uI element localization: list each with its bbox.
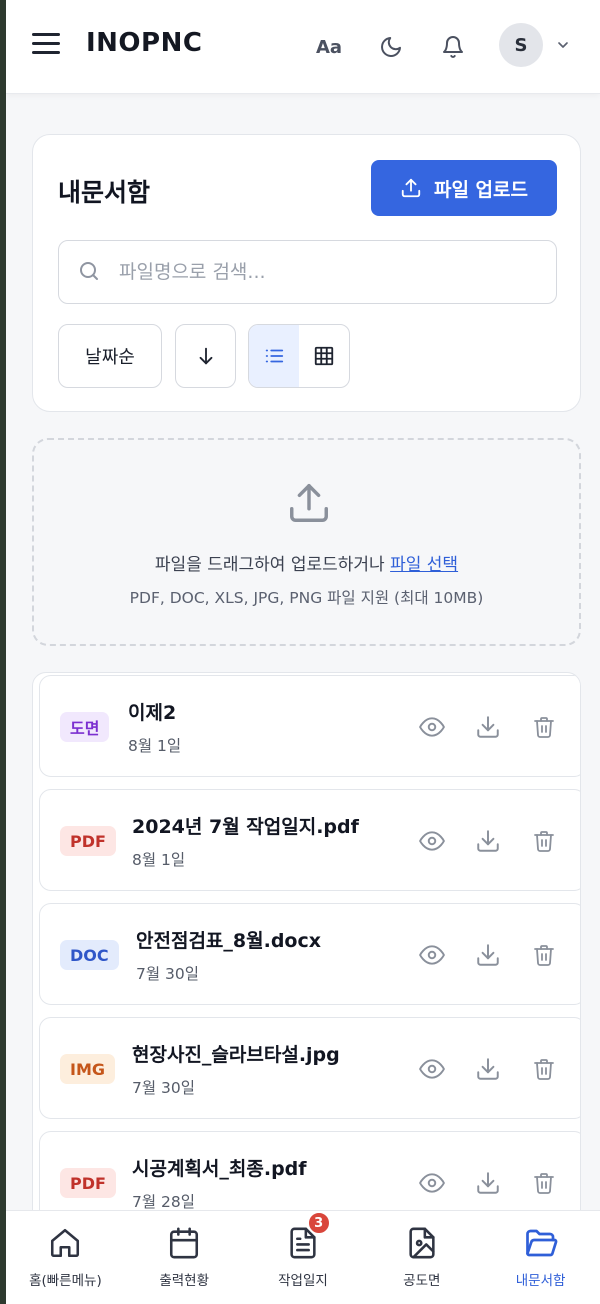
- nav-label: 공도면: [403, 1273, 441, 1289]
- upload-icon: [290, 484, 328, 522]
- app-root: INOPNC Aa S 내문서함 파일 업로드 날짜순: [6, 0, 600, 1304]
- notification-badge: 3: [306, 1211, 331, 1235]
- trash-icon[interactable]: [529, 1054, 559, 1084]
- file-date: 7월 30일: [136, 965, 200, 983]
- file-type-badge: PDF: [60, 826, 116, 856]
- home-icon: [47, 1225, 83, 1261]
- calendar-icon: [166, 1225, 202, 1261]
- page-title: 내문서함: [58, 178, 151, 207]
- eye-icon[interactable]: [417, 1054, 447, 1084]
- list-item[interactable]: 도면 이제2 8월 1일: [39, 675, 580, 777]
- upload-file-button[interactable]: 파일 업로드: [371, 160, 557, 216]
- nav-item-drawings[interactable]: 공도면: [362, 1211, 481, 1304]
- file-date: 7월 28일: [132, 1193, 196, 1211]
- file-date: 7월 30일: [132, 1079, 196, 1097]
- bottom-navigation: 홈(빠른메뉴) 출력현황 3 작업일지 공도면 내문서함: [6, 1210, 600, 1304]
- nav-item-my-documents[interactable]: 내문서함: [481, 1211, 600, 1304]
- top-header: INOPNC Aa S: [6, 0, 600, 94]
- download-icon[interactable]: [473, 1054, 503, 1084]
- avatar[interactable]: S: [499, 23, 543, 67]
- select-file-link[interactable]: 파일 선택: [390, 555, 458, 575]
- file-drop-zone[interactable]: 파일을 드래그하여 업로드하거나 파일 선택 PDF, DOC, XLS, JP…: [32, 438, 581, 646]
- file-list: 도면 이제2 8월 1일 PDF 2024년 7월 작업일지.pdf 8월 1일…: [32, 672, 581, 1232]
- supported-formats: PDF, DOC, XLS, JPG, PNG 파일 지원 (최대 10MB): [129, 589, 484, 607]
- brand-logo[interactable]: INOPNC: [86, 28, 202, 58]
- file-type-badge: PDF: [60, 1168, 116, 1198]
- grid-view-button[interactable]: [299, 325, 349, 387]
- grid-icon: [314, 346, 334, 366]
- list-item[interactable]: PDF 2024년 7월 작업일지.pdf 8월 1일: [39, 789, 580, 891]
- list-item[interactable]: IMG 현장사진_슬라브타설.jpg 7월 30일: [39, 1017, 580, 1119]
- file-name: 2024년 7월 작업일지.pdf: [132, 816, 359, 838]
- download-icon[interactable]: [473, 940, 503, 970]
- file-name: 현장사진_슬라브타설.jpg: [132, 1044, 340, 1066]
- nav-label: 작업일지: [278, 1273, 328, 1289]
- search-field[interactable]: [58, 240, 557, 304]
- nav-label: 내문서함: [515, 1273, 566, 1289]
- hamburger-menu-icon[interactable]: [32, 33, 60, 59]
- file-type-badge: 도면: [60, 712, 110, 742]
- dropzone-instruction: 파일을 드래그하여 업로드하거나 파일 선택: [34, 550, 579, 575]
- file-type-badge: IMG: [60, 1054, 116, 1084]
- file-name: 안전점검표_8월.docx: [136, 930, 321, 952]
- dropzone-text: 파일을 드래그하여 업로드하거나: [154, 555, 385, 575]
- trash-icon[interactable]: [529, 1168, 559, 1198]
- download-icon[interactable]: [473, 826, 503, 856]
- font-size-button[interactable]: Aa: [312, 30, 346, 64]
- bell-icon[interactable]: [436, 30, 470, 64]
- file-date: 8월 1일: [128, 737, 182, 755]
- nav-item-worklog[interactable]: 3 작업일지: [244, 1211, 363, 1304]
- view-mode-toggle: [248, 324, 350, 388]
- nav-item-home[interactable]: 홈(빠른메뉴): [6, 1211, 125, 1304]
- upload-button-label: 파일 업로드: [433, 178, 528, 201]
- nav-label: 출력현황: [159, 1273, 210, 1289]
- file-name: 이제2: [128, 702, 177, 724]
- file-date: 8월 1일: [132, 851, 186, 869]
- image-file-icon: [404, 1225, 440, 1261]
- sort-direction-button[interactable]: [175, 324, 236, 388]
- trash-icon[interactable]: [529, 712, 559, 742]
- sort-select[interactable]: 날짜순: [58, 324, 162, 388]
- eye-icon[interactable]: [417, 940, 447, 970]
- list-view-button[interactable]: [249, 325, 299, 387]
- arrow-down-icon: [199, 347, 212, 365]
- eye-icon[interactable]: [417, 826, 447, 856]
- trash-icon[interactable]: [529, 826, 559, 856]
- nav-item-attendance[interactable]: 출력현황: [125, 1211, 244, 1304]
- folder-open-icon: [523, 1225, 559, 1261]
- nav-label: 홈(빠른메뉴): [29, 1273, 102, 1289]
- search-icon: [80, 262, 98, 280]
- search-input[interactable]: [119, 255, 539, 289]
- list-icon: [265, 349, 284, 363]
- file-name: 시공계획서_최종.pdf: [132, 1158, 307, 1180]
- moon-icon[interactable]: [374, 30, 408, 64]
- list-item[interactable]: DOC 안전점검표_8월.docx 7월 30일: [39, 903, 580, 1005]
- documents-panel: 내문서함 파일 업로드 날짜순: [32, 134, 581, 412]
- upload-icon: [401, 178, 421, 198]
- trash-icon[interactable]: [529, 940, 559, 970]
- eye-icon[interactable]: [417, 712, 447, 742]
- download-icon[interactable]: [473, 712, 503, 742]
- file-type-badge: DOC: [60, 940, 119, 970]
- chevron-down-icon[interactable]: [555, 37, 571, 57]
- download-icon[interactable]: [473, 1168, 503, 1198]
- eye-icon[interactable]: [417, 1168, 447, 1198]
